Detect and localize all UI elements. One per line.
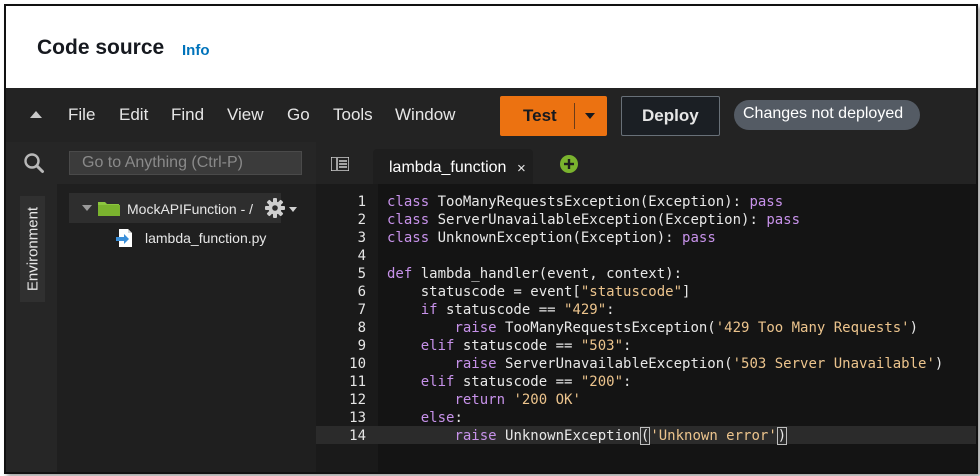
line-number: 12 bbox=[349, 392, 366, 408]
chevron-down-icon[interactable] bbox=[585, 113, 595, 119]
tree-item-file[interactable]: lambda_function.py bbox=[145, 230, 266, 246]
tab-environment[interactable]: Environment bbox=[20, 196, 45, 302]
gear-icon[interactable] bbox=[264, 197, 286, 219]
code-line[interactable]: 9 elif statuscode == "503": bbox=[316, 337, 976, 355]
line-number: 6 bbox=[357, 284, 366, 300]
button-divider bbox=[574, 103, 575, 129]
search-icon[interactable] bbox=[23, 152, 45, 174]
tab-lambda-function[interactable]: lambda_function × bbox=[373, 149, 533, 184]
code-text: elif statuscode == "200": bbox=[420, 374, 632, 390]
line-number: 9 bbox=[357, 338, 366, 354]
code-source-panel: Code source Info File Edit Find View Go … bbox=[4, 4, 978, 474]
code-text: def lambda_handler(event, context): bbox=[387, 266, 683, 282]
code-text: return '200 OK' bbox=[454, 392, 581, 408]
test-button[interactable]: Test bbox=[500, 96, 607, 136]
line-number: 4 bbox=[357, 248, 366, 264]
code-line[interactable]: 1 class TooManyRequestsException(Exceptio… bbox=[316, 193, 976, 211]
deploy-button-label: Deploy bbox=[642, 106, 699, 125]
code-text: else: bbox=[420, 410, 463, 426]
menu-view[interactable]: View bbox=[227, 105, 264, 125]
panel-list-icon[interactable] bbox=[331, 157, 349, 171]
menu-edit[interactable]: Edit bbox=[119, 105, 148, 125]
line-number: 5 bbox=[357, 266, 366, 282]
add-tab-icon[interactable] bbox=[559, 154, 579, 174]
page-title: Code source bbox=[37, 36, 165, 59]
code-line[interactable]: 5 def lambda_handler(event, context): bbox=[316, 265, 976, 283]
code-text: if statuscode == "429": bbox=[420, 302, 615, 318]
code-text: elif statuscode == "503": bbox=[420, 338, 632, 354]
code-line[interactable]: 4 bbox=[316, 247, 976, 265]
code-line[interactable]: 12 return '200 OK' bbox=[316, 391, 976, 409]
line-number: 14 bbox=[349, 428, 366, 444]
status-badge-label: Changes not deployed bbox=[743, 105, 904, 122]
ide-menubar: File Edit Find View Go Tools Window Test… bbox=[6, 88, 976, 142]
deploy-button[interactable]: Deploy bbox=[621, 96, 720, 136]
line-number: 8 bbox=[357, 320, 366, 336]
code-line[interactable]: 13 else: bbox=[316, 409, 976, 427]
tab-label: lambda_function bbox=[389, 159, 507, 176]
code-line[interactable]: 3 class UnknownException(Exception): pass bbox=[316, 229, 976, 247]
search-input[interactable] bbox=[69, 151, 302, 175]
line-number: 11 bbox=[349, 374, 366, 390]
code-content[interactable]: 1 class TooManyRequestsException(Exceptio… bbox=[316, 193, 976, 445]
environment-tab-label: Environment bbox=[24, 206, 41, 292]
code-line[interactable]: 7 if statuscode == "429": bbox=[316, 301, 976, 319]
folder-icon bbox=[98, 202, 120, 216]
code-text: raise ServerUnavailableException('503 Se… bbox=[454, 356, 944, 372]
menu-tools[interactable]: Tools bbox=[333, 105, 373, 125]
menu-window[interactable]: Window bbox=[395, 105, 455, 125]
folder-label: MockAPIFunction - / bbox=[127, 201, 254, 217]
code-line[interactable]: 2 class ServerUnavailableException(Except… bbox=[316, 211, 976, 229]
line-number: 1 bbox=[357, 194, 366, 210]
info-link[interactable]: Info bbox=[182, 42, 210, 59]
chevron-down-icon[interactable] bbox=[289, 207, 297, 212]
code-line[interactable]: 14 raise UnknownException('Unknown error… bbox=[316, 427, 976, 445]
test-button-label: Test bbox=[523, 106, 557, 125]
status-badge: Changes not deployed bbox=[734, 100, 920, 130]
line-number: 10 bbox=[349, 356, 366, 372]
code-text: statuscode = event["statuscode"] bbox=[387, 284, 691, 300]
collapse-icon[interactable] bbox=[30, 111, 42, 118]
menu-file[interactable]: File bbox=[68, 105, 95, 125]
chevron-down-icon[interactable] bbox=[82, 205, 92, 211]
line-number: 13 bbox=[349, 410, 366, 426]
code-text: class ServerUnavailableException(Excepti… bbox=[387, 212, 801, 228]
menu-find[interactable]: Find bbox=[171, 105, 204, 125]
code-text: class UnknownException(Exception): pass bbox=[387, 230, 716, 246]
code-line[interactable]: 8 raise TooManyRequestsException('429 To… bbox=[316, 319, 976, 337]
line-number: 2 bbox=[357, 212, 366, 228]
code-text: class TooManyRequestsException(Exception… bbox=[387, 194, 784, 210]
file-tree bbox=[57, 184, 316, 472]
code-line[interactable]: 11 elif statuscode == "200": bbox=[316, 373, 976, 391]
code-line[interactable]: 10 raise ServerUnavailableException('503… bbox=[316, 355, 976, 373]
menu-go[interactable]: Go bbox=[287, 105, 310, 125]
line-number: 3 bbox=[357, 230, 366, 246]
panel-header: Code source Info bbox=[6, 6, 976, 88]
line-number: 7 bbox=[357, 302, 366, 318]
code-line[interactable]: 6 statuscode = event["statuscode"] bbox=[316, 283, 976, 301]
code-text: raise UnknownException('Unknown error') bbox=[454, 427, 788, 445]
python-file-icon bbox=[116, 229, 132, 247]
close-icon[interactable]: × bbox=[517, 160, 526, 177]
code-text: raise TooManyRequestsException('429 Too … bbox=[454, 320, 919, 336]
